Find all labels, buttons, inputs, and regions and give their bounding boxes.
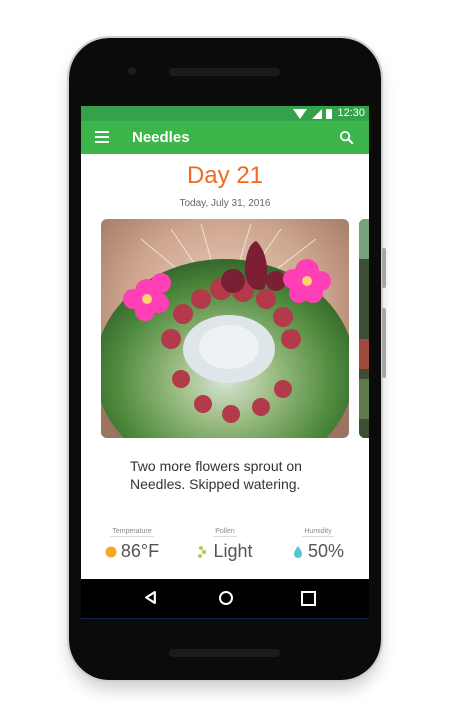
- status-bar: 12:30: [81, 106, 369, 121]
- sun-dot-icon: [105, 546, 117, 557]
- home-icon[interactable]: [219, 591, 233, 605]
- temperature-value-row: 86°F: [87, 541, 177, 562]
- humidity-value: 50%: [307, 541, 345, 561]
- app-bar: Needles: [81, 121, 369, 154]
- pollen-stat: Pollen Light: [180, 520, 270, 562]
- app-title: Needles: [132, 129, 190, 146]
- top-speaker: [169, 68, 280, 76]
- status-time: 12:30: [337, 107, 365, 119]
- temperature-value: 86°F: [120, 541, 160, 561]
- front-camera: [126, 65, 138, 77]
- entry-date: Today, July 31, 2016: [179, 198, 271, 209]
- pollen-icon: [198, 545, 207, 558]
- phone-frame: 12:30 Needles Day 21 Today, July 31, 201…: [67, 36, 386, 682]
- temperature-label: Temperature: [110, 528, 154, 537]
- menu-icon[interactable]: [95, 131, 109, 143]
- humidity-label: Humidity: [302, 528, 334, 537]
- temperature-stat: Temperature 86°F: [87, 520, 177, 562]
- next-photo-peek[interactable]: [359, 219, 369, 438]
- humidity-stat: Humidity 50%: [273, 520, 363, 562]
- back-icon[interactable]: [144, 591, 157, 604]
- recents-icon[interactable]: [301, 591, 316, 606]
- entry-caption: Two more flowers sprout on Needles. Skip…: [130, 458, 302, 492]
- journal-content: Day 21 Today, July 31, 2016 Two more flo…: [81, 154, 369, 618]
- volume-button: [382, 248, 386, 288]
- power-button: [382, 308, 386, 378]
- android-navbar: [81, 579, 369, 618]
- pollen-value-row: Light: [180, 541, 270, 562]
- water-drop-icon: [293, 545, 302, 558]
- screen-bottom-edge: [81, 618, 369, 619]
- pollen-value: Light: [213, 541, 253, 561]
- bottom-speaker: [169, 649, 280, 657]
- signal-icon: [312, 109, 322, 119]
- search-icon[interactable]: [338, 129, 355, 146]
- pollen-label: Pollen: [213, 528, 237, 537]
- screen: 12:30 Needles Day 21 Today, July 31, 201…: [81, 106, 369, 618]
- cactus-photo[interactable]: [101, 219, 349, 438]
- day-title: Day 21: [186, 162, 264, 189]
- humidity-value-row: 50%: [273, 541, 363, 562]
- battery-icon: [326, 109, 332, 119]
- wifi-icon: [293, 109, 307, 119]
